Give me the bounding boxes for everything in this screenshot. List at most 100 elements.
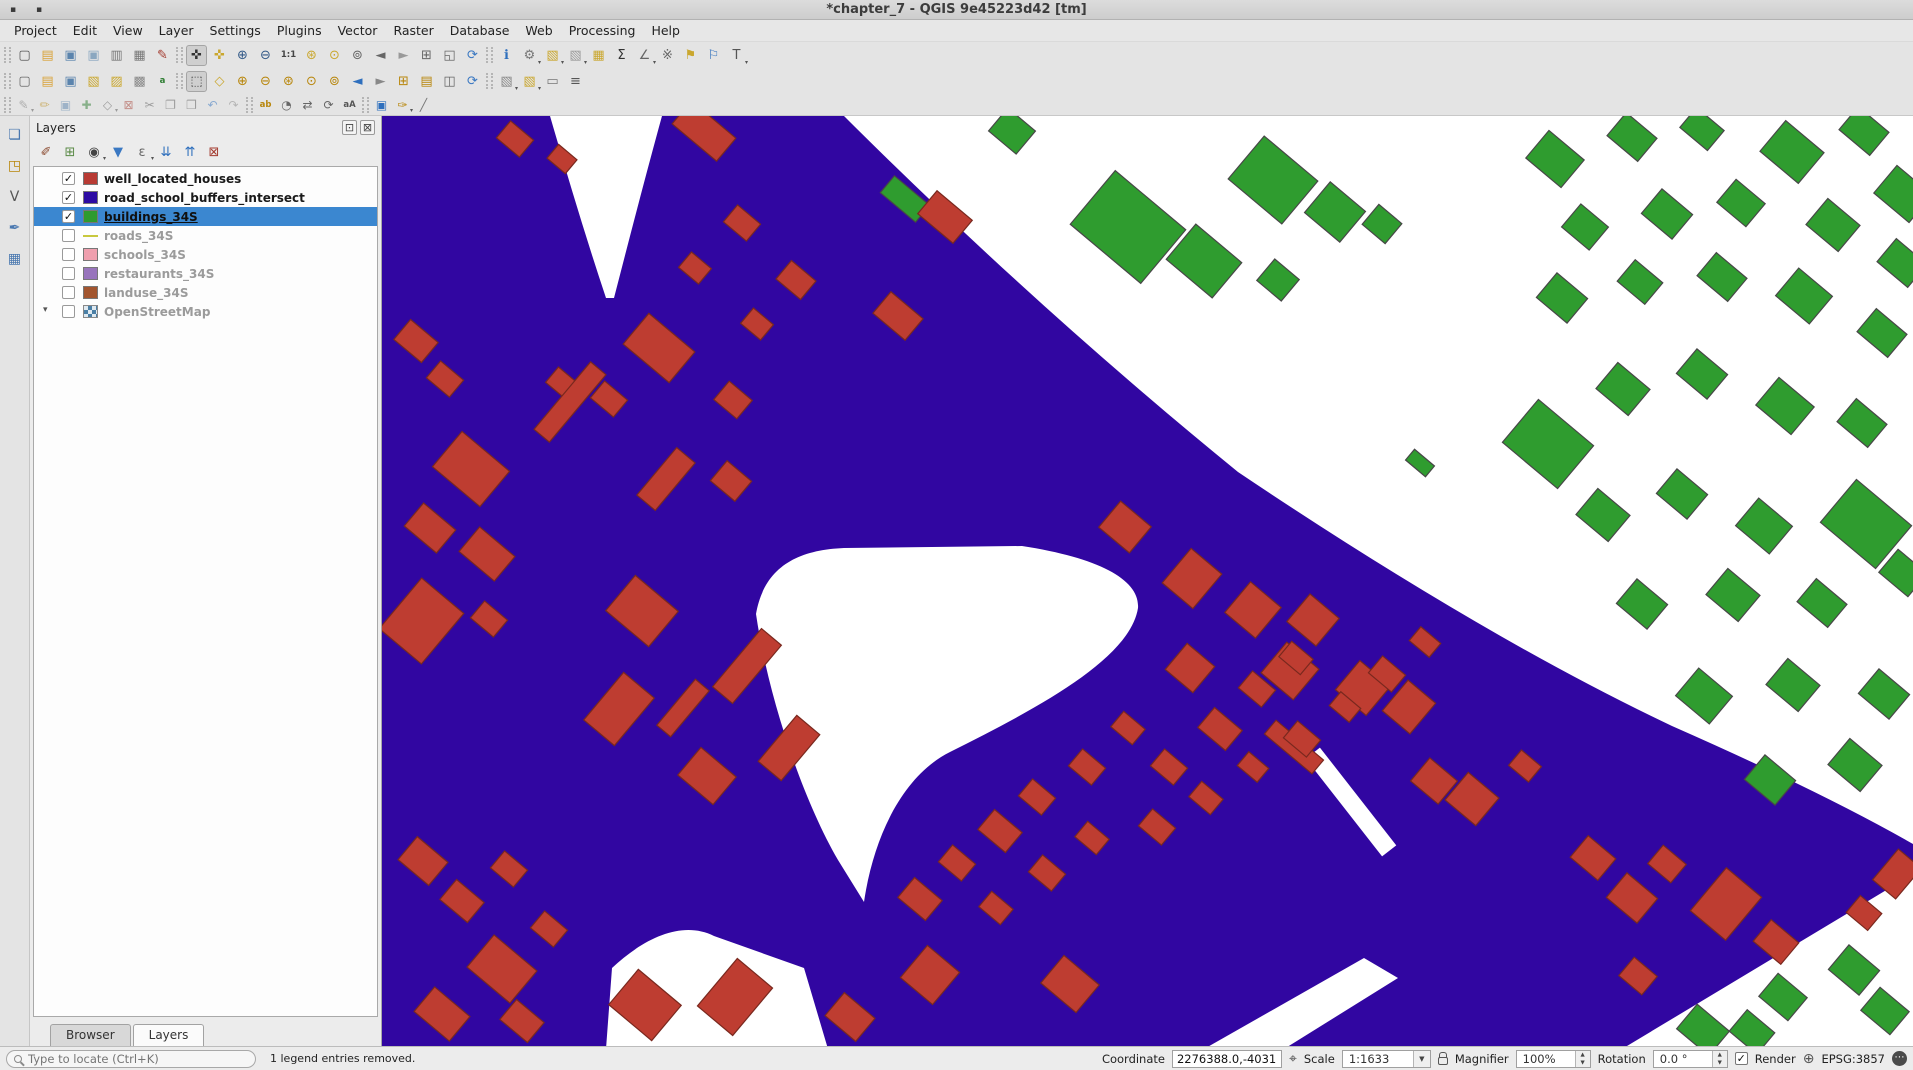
layer-checkbox[interactable]	[62, 286, 75, 299]
refresh-map-alt-icon[interactable]: ⟳	[462, 71, 483, 92]
new-map-layer-icon[interactable]: ▢	[14, 71, 35, 92]
dropdown-caret-icon[interactable]: ▾	[515, 85, 518, 92]
magnifier-spinbox[interactable]: 100% ▲ ▼	[1516, 1050, 1591, 1068]
dropdown-caret-icon[interactable]: ▾	[538, 59, 541, 66]
menu-plugins[interactable]: Plugins	[269, 21, 330, 40]
panel-gps-quill-icon[interactable]: ✒	[4, 217, 26, 239]
toolbar-handle[interactable]	[246, 97, 253, 113]
menu-project[interactable]: Project	[6, 21, 65, 40]
menu-help[interactable]: Help	[643, 21, 688, 40]
show-bookmarks-icon[interactable]: ⚐	[703, 45, 724, 66]
text-annotation-icon[interactable]: T▾	[726, 45, 747, 66]
panel-float-icon[interactable]: ⊡	[342, 120, 357, 135]
toolbar-handle[interactable]	[486, 47, 493, 63]
open-layer-styling-icon[interactable]: ✐	[35, 142, 57, 162]
menu-raster[interactable]: Raster	[385, 21, 441, 40]
zoom-next-icon[interactable]: ►	[393, 45, 414, 66]
zoom-out-alt-icon[interactable]: ⊖	[255, 71, 276, 92]
statistical-summary-icon[interactable]: Σ	[611, 45, 632, 66]
new-spatial-bookmark-icon[interactable]: ⚑	[680, 45, 701, 66]
messages-icon[interactable]: ⋯	[1892, 1051, 1907, 1066]
paste-features-icon[interactable]: ❒	[182, 96, 201, 114]
map-canvas[interactable]	[382, 116, 1913, 1046]
menu-layer[interactable]: Layer	[151, 21, 202, 40]
rotate-label-icon[interactable]: ⟳	[319, 96, 338, 114]
rotation-up-icon[interactable]: ▲	[1713, 1051, 1727, 1059]
dropdown-caret-icon[interactable]: ▾	[584, 59, 587, 66]
move-label-icon[interactable]: ⇄	[298, 96, 317, 114]
bookmark-manager-icon[interactable]: ▤	[416, 71, 437, 92]
layer-item-buildings_34S[interactable]: ✓buildings_34S	[34, 207, 377, 226]
open-attribute-table-icon[interactable]: ▦	[588, 45, 609, 66]
identify-features-icon[interactable]: ℹ	[496, 45, 517, 66]
zoom-native-icon[interactable]: 1:1	[278, 45, 299, 66]
layer-item-roads_34S[interactable]: roads_34S	[34, 226, 377, 245]
toggle-editing-icon[interactable]: ✏	[35, 96, 54, 114]
map-tips-toggle-icon[interactable]: ▣	[372, 96, 391, 114]
toolbar-handle[interactable]	[176, 47, 183, 63]
extent-toggle-icon[interactable]: ⌖	[1289, 1051, 1297, 1067]
layer-item-schools_34S[interactable]: schools_34S	[34, 245, 377, 264]
reselect-features-icon[interactable]: ▭	[542, 71, 563, 92]
new-annotation-icon[interactable]: ✑▾	[393, 96, 412, 114]
toolbar-handle[interactable]	[176, 73, 183, 89]
style-manager-icon[interactable]: ✎	[152, 45, 173, 66]
dropdown-caret-icon[interactable]: ▾	[561, 59, 564, 66]
pan-map-icon[interactable]: ✜	[186, 45, 207, 66]
open-project-icon[interactable]: ▤	[37, 45, 58, 66]
locate-input[interactable]	[28, 1052, 228, 1066]
dropdown-caret-icon[interactable]: ▾	[538, 85, 541, 92]
toolbar-handle[interactable]	[4, 47, 11, 63]
zoom-in-icon[interactable]: ⊕	[232, 45, 253, 66]
panel-layer-styling-icon[interactable]: ❏	[4, 124, 26, 146]
filter-legend-icon[interactable]: ▼	[107, 142, 129, 162]
menu-edit[interactable]: Edit	[65, 21, 105, 40]
select-by-polygon-icon[interactable]: ◇	[209, 71, 230, 92]
save-layer-edits-icon[interactable]: ▣	[60, 71, 81, 92]
crs-value[interactable]: EPSG:3857	[1821, 1052, 1885, 1066]
select-features-icon[interactable]: ▧▾	[542, 45, 563, 66]
current-edits-icon[interactable]: ✎▾	[14, 96, 33, 114]
rotation-spinbox[interactable]: 0.0 ° ▲ ▼	[1653, 1050, 1728, 1068]
cut-features-icon[interactable]: ✂	[140, 96, 159, 114]
run-feature-action-icon[interactable]: ⚙▾	[519, 45, 540, 66]
layer-item-OpenStreetMap[interactable]: ▾OpenStreetMap	[34, 302, 377, 321]
add-group-icon[interactable]: ⊞	[59, 142, 81, 162]
add-feature-icon[interactable]: ✚	[77, 96, 96, 114]
zoom-next-alt-icon[interactable]: ►	[370, 71, 391, 92]
save-project-as-icon[interactable]: ▣	[83, 45, 104, 66]
change-label-icon[interactable]: aA	[340, 96, 359, 114]
field-calculator-icon[interactable]: ≡	[565, 71, 586, 92]
scale-combo[interactable]: 1:1633 ▼	[1342, 1050, 1431, 1068]
toolbar-handle[interactable]	[4, 97, 11, 113]
dropdown-caret-icon[interactable]: ▾	[745, 59, 748, 66]
redo-icon[interactable]: ↷	[224, 96, 243, 114]
menu-web[interactable]: Web	[517, 21, 560, 40]
map-tips-icon[interactable]: ※	[657, 45, 678, 66]
rotation-down-icon[interactable]: ▼	[1713, 1059, 1727, 1067]
data-source-manager-icon[interactable]: ▤	[37, 71, 58, 92]
delete-selected-icon[interactable]: ⊠	[119, 96, 138, 114]
magnifier-down-icon[interactable]: ▼	[1576, 1059, 1590, 1067]
layer-item-restaurants_34S[interactable]: restaurants_34S	[34, 264, 377, 283]
dropdown-caret-icon[interactable]: ▾	[410, 107, 413, 114]
coordinate-input[interactable]	[1172, 1050, 1282, 1068]
toolbar-handle[interactable]	[486, 73, 493, 89]
layer-diagram-icon[interactable]: ◔	[277, 96, 296, 114]
menu-settings[interactable]: Settings	[202, 21, 269, 40]
new-bookmark-icon[interactable]: ⊞	[393, 71, 414, 92]
save-edits-icon[interactable]: ▣	[56, 96, 75, 114]
menu-view[interactable]: View	[105, 21, 151, 40]
new-print-layout-icon[interactable]: ▥	[106, 45, 127, 66]
save-project-icon[interactable]: ▣	[60, 45, 81, 66]
dropdown-caret-icon[interactable]: ▾	[151, 155, 154, 162]
layer-checkbox[interactable]: ✓	[62, 210, 75, 223]
layer-checkbox[interactable]: ✓	[62, 172, 75, 185]
menu-vector[interactable]: Vector	[330, 21, 386, 40]
copy-features-icon[interactable]: ❐	[161, 96, 180, 114]
layer-item-landuse_34S[interactable]: landuse_34S	[34, 283, 377, 302]
layer-checkbox[interactable]	[62, 305, 75, 318]
layer-item-road_school_buffers_intersect[interactable]: ✓road_school_buffers_intersect	[34, 188, 377, 207]
render-checkbox[interactable]: ✓	[1735, 1052, 1748, 1065]
menu-database[interactable]: Database	[442, 21, 518, 40]
